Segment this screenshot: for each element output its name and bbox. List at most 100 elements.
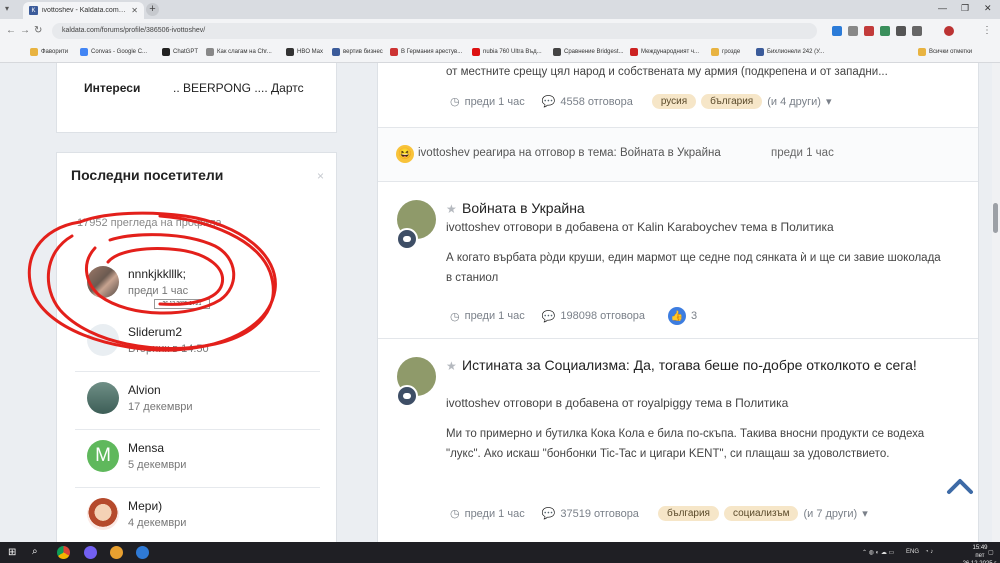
visitor-name[interactable]: nnnkjkklllk; [128,267,186,281]
language-indicator[interactable]: ENG [906,549,919,555]
like-icon[interactable]: 👍 [668,307,687,325]
visitor-item[interactable]: Sliderum2 Вторник в 14:50 [87,322,317,362]
topic-title[interactable]: Войната в Украйна [462,200,585,216]
divider [75,371,320,372]
tag[interactable]: русия [651,94,697,109]
bookmark[interactable]: ChatGPT [162,48,198,56]
clock-icon: ◷ [450,96,460,108]
post-time[interactable]: преди 1 час [465,310,525,322]
chevron-down-icon[interactable]: ▾ [862,507,868,520]
reload-icon[interactable]: ↻ [34,25,42,36]
bookmark[interactable]: вертив бизнес [332,48,383,56]
visitor-name[interactable]: Alvion [128,383,161,397]
more-tags-link[interactable]: (и 4 други) [767,96,821,108]
reaction-text[interactable]: ivottoshev реагира на отговор в тема: Во… [418,147,721,159]
visitor-item[interactable]: M Mensa 5 декември [87,438,317,478]
bookmark[interactable]: Фаворити [30,48,68,56]
extension-icon[interactable] [864,26,874,36]
tag[interactable]: българия [701,94,763,109]
tray-icons[interactable]: ⌃ ◍ ◐ ☁ ▭ [862,549,894,556]
bookmark[interactable]: В Германия арестув... [390,48,462,56]
network-icon[interactable]: ◔ ♪ [925,549,933,555]
visitor-name[interactable]: Мери) [128,499,162,513]
feed-item-body: Ми то примерно и бутилка Кока Кола е бил… [446,428,925,460]
bookmark[interactable]: Всички отметки [918,48,972,56]
feed-item-meta: ◷ преди 1 час 💬 4558 отговора русия бълг… [450,94,832,109]
avatar[interactable] [87,324,119,356]
forward-icon[interactable]: → [20,25,30,36]
taskbar-clock[interactable]: 15:49 пет 26.12.2025 г. [960,544,1000,563]
timestamp-tooltip: 26.12.2025 14:21 [154,299,210,309]
feed-item: ★ Истината за Социализма: Да, тогава беш… [378,339,978,539]
bookmark[interactable]: грозде [711,48,740,56]
close-icon[interactable]: × [317,169,324,183]
visitor-time: 4 декември [128,517,187,529]
page-scrollbar[interactable] [992,63,1000,542]
app-icon[interactable] [110,546,123,559]
url-field[interactable]: kaldata.com/forums/profile/386506-ivotto… [52,23,817,39]
feed-item-meta: ◷ преди 1 час 💬 37519 отговора българия … [450,506,868,521]
clock-icon: ◷ [450,508,460,520]
visitor-time: 5 декември [128,459,187,471]
visitor-item[interactable]: nnnkjkklllk; преди 1 час [87,264,317,304]
avatar-initial: M [95,445,111,466]
browser-tab[interactable]: K ivottoshev - Kaldata.com - Фор... ✕ [23,2,144,19]
maximize-icon[interactable]: ❐ [961,3,969,14]
feed-item-body: А когато върбата ро̀ди круши, един мармо… [446,252,941,284]
app-icon[interactable] [136,546,149,559]
back-icon[interactable]: ← [6,25,16,36]
divider [75,487,320,488]
reaction-item: 😆 ivottoshev реагира на отговор в тема: … [378,128,978,182]
tag[interactable]: социализъм [723,506,799,521]
extension-icon[interactable] [832,26,842,36]
laugh-reaction-icon: 😆 [396,145,414,163]
avatar[interactable] [87,266,119,298]
topic-title[interactable]: Истината за Социализма: Да, тогава беше … [462,357,962,374]
tab-title: ivottoshev - Kaldata.com - Фор... [42,7,127,14]
avatar[interactable] [87,382,119,414]
feed-item-subtitle: ivottoshev отговори в добавена от royalp… [446,396,789,410]
bookmark[interactable]: Сравнение Bridgest... [553,48,624,56]
feed-item: от местните срещу цял народ и собственат… [378,63,978,128]
extension-icon[interactable] [880,26,890,36]
minimize-icon[interactable]: — [938,3,947,13]
scroll-to-top-icon[interactable] [946,475,974,495]
post-time[interactable]: преди 1 час [465,96,525,108]
star-icon[interactable]: ★ [446,359,457,373]
divider [75,429,320,430]
extension-icon[interactable] [896,26,906,36]
avatar[interactable]: M [87,440,119,472]
avatar[interactable] [87,498,119,530]
clock-icon: ◷ [450,310,460,323]
star-icon[interactable]: ★ [446,202,457,216]
visitor-name[interactable]: Sliderum2 [128,325,182,339]
visitor-item[interactable]: Мери) 4 декември [87,496,317,536]
chrome-icon[interactable] [57,546,70,559]
bookmark[interactable]: Международният ч... [630,48,699,56]
search-icon[interactable]: ⌕ [32,546,38,557]
visitor-item[interactable]: Alvion 17 декември [87,380,317,420]
extension-icon[interactable] [848,26,858,36]
notification-icon[interactable]: ▢ [988,549,994,556]
bookmark[interactable]: nubia 760 Ultra Въд... [472,48,542,56]
more-tags-link[interactable]: (и 7 други) [803,508,857,520]
viber-icon[interactable] [84,546,97,559]
browser-menu-icon[interactable]: ⋮ [982,25,992,36]
tag[interactable]: българия [657,506,719,521]
close-tab-icon[interactable]: ✕ [131,6,138,15]
visitor-name[interactable]: Mensa [128,441,164,455]
bookmark[interactable]: Как слагам на Chr... [206,48,272,56]
bookmark[interactable]: Бихлионели 242 (У... [756,48,824,56]
close-window-icon[interactable]: ✕ [984,3,992,14]
new-tab-button[interactable]: + [146,3,159,16]
bookmark[interactable]: Convas - Google C... [80,48,147,56]
tab-search-icon[interactable]: ▾ [5,4,9,13]
profile-avatar[interactable] [944,26,954,36]
bookmark[interactable]: HBO Max [286,48,323,56]
windows-start-icon[interactable]: ⊞ [8,547,16,558]
extension-icon[interactable] [912,26,922,36]
chevron-down-icon[interactable]: ▾ [826,95,832,108]
scrollbar-thumb[interactable] [993,203,998,233]
bookmarks-bar: Фаворити Convas - Google C... ChatGPT Ка… [0,43,1000,63]
post-time[interactable]: преди 1 час [465,508,525,520]
